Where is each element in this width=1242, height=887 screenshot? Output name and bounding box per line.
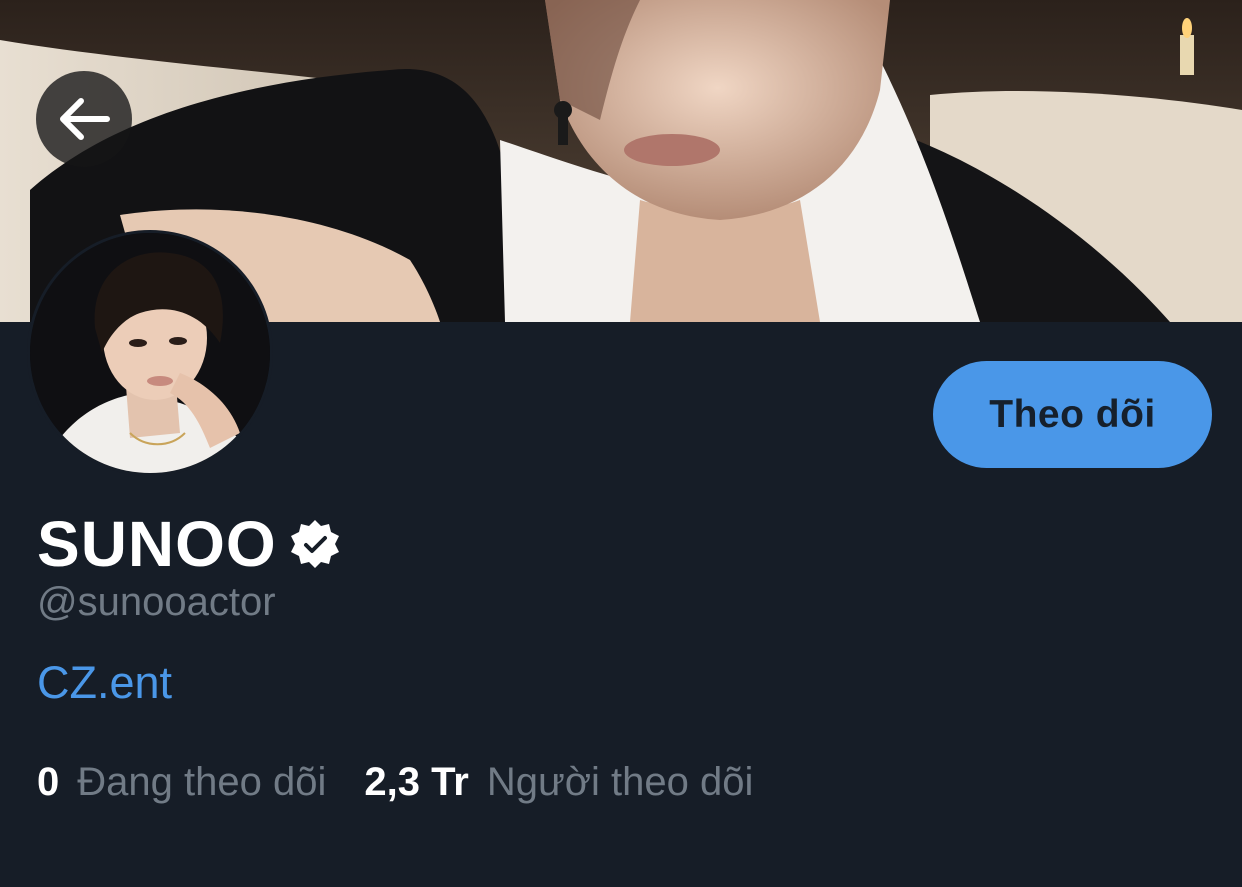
follow-button[interactable]: Theo dõi xyxy=(933,361,1212,468)
followers-label: Người theo dõi xyxy=(486,760,754,804)
user-handle: @sunooactor xyxy=(37,580,276,624)
avatar-photo xyxy=(30,233,270,473)
avatar-frame xyxy=(27,230,273,476)
followers-stat[interactable]: 2,3 Tr Người theo dõi xyxy=(364,760,753,805)
following-stat[interactable]: 0 Đang theo dõi xyxy=(37,760,326,805)
back-button[interactable] xyxy=(36,71,132,167)
profile-stats: 0 Đang theo dõi 2,3 Tr Người theo dõi xyxy=(37,760,753,805)
following-count: 0 xyxy=(37,760,60,804)
avatar[interactable] xyxy=(30,233,270,473)
following-label: Đang theo dõi xyxy=(77,760,327,804)
display-name: SUNOO xyxy=(37,508,277,580)
profile-page: Theo dõi SUNOO @sunooactor CZ.ent 0 Đang… xyxy=(0,0,1242,887)
bio-link[interactable]: CZ.ent xyxy=(37,657,172,709)
verified-badge-icon xyxy=(290,520,339,568)
followers-count: 2,3 Tr xyxy=(364,760,469,804)
name-row: SUNOO xyxy=(37,506,341,582)
arrow-left-icon xyxy=(60,98,110,140)
